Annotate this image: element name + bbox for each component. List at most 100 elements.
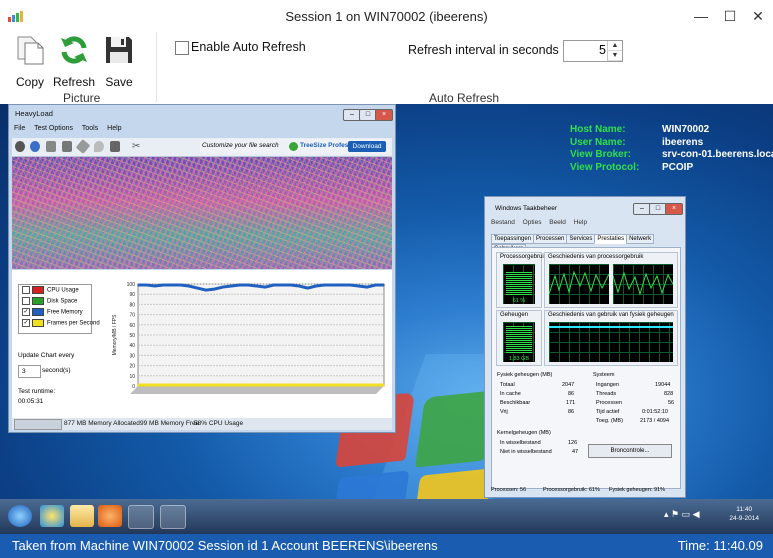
update-interval-spinner: 3 [18, 365, 41, 378]
picture-group-label: Picture [63, 91, 101, 105]
chart-point [171, 284, 173, 286]
copy-button[interactable]: Copy [8, 34, 52, 89]
heavyload-window: HeavyLoad – □ × File Test Options Tools … [8, 104, 396, 433]
remote-desktop-view: Host Name: WIN70002 User Name: ibeerens … [0, 104, 773, 534]
clock-time: 11:40 [736, 506, 753, 513]
auto-refresh-checkbox[interactable] [175, 41, 189, 55]
refresh-interval-value[interactable]: 5 [599, 43, 606, 57]
status-progress-bar [14, 419, 62, 430]
chart-ytick-label: 30 [129, 353, 135, 359]
drop-icon [94, 141, 104, 152]
chart-point [349, 384, 351, 386]
tm-tab: Toepassingen [491, 234, 535, 244]
save-icon [106, 37, 132, 63]
chart-point [213, 384, 216, 386]
system-row-value: 828 [664, 391, 674, 397]
chart-point [162, 284, 165, 286]
tm-menu-item: Bestand [491, 219, 515, 226]
task-manager-window: Windows Taakbeheer – □ × Bestand Opties … [484, 196, 686, 498]
chart-point [349, 284, 351, 286]
title-bar: Session 1 on WIN70002 (ibeerens) — ☐ ✕ [0, 0, 773, 32]
heavyload-menu-item: Test Options [34, 125, 74, 132]
task-manager-tabs: Toepassingen Processen Services Prestaties N… [491, 234, 681, 254]
chart-point [213, 288, 216, 290]
chart-point [196, 287, 199, 289]
heavyload-status-bar: 877 MB Memory Allocated 99 MB Memory Fre… [12, 418, 392, 430]
task-manager-title: Windows Taakbeheer [495, 205, 558, 212]
group-separator [156, 32, 157, 102]
auto-refresh-checkbox-label[interactable]: Enable Auto Refresh [191, 40, 306, 54]
chart-point [383, 284, 385, 286]
user-name-value: ibeerens [662, 136, 704, 148]
chart-svg: 0 10 20 30 40 50 60 70 80 90 100 Memory/MB / FPS [112, 282, 385, 394]
physical-row-value: 2047 [562, 382, 575, 388]
spinner-buttons[interactable]: ▲ ▼ [607, 41, 622, 61]
chart-point [179, 284, 182, 286]
spin-up-icon[interactable]: ▲ [608, 41, 622, 51]
tray-icons: ▴ ⚑ ▭ ◀ [664, 509, 700, 519]
minimize-button[interactable]: — [691, 6, 711, 26]
media-player-icon [98, 505, 122, 527]
tools-icon: ✂ [132, 141, 141, 152]
refresh-interval-spinner[interactable]: 5 ▲ ▼ [563, 40, 623, 62]
status-cpu: 58% CPU Usage [194, 420, 244, 427]
tm-tab: Processen [533, 234, 568, 244]
update-chart-label: Update Chart every [18, 352, 75, 359]
cpu-history-graph-2 [613, 264, 673, 304]
grid-icon [110, 141, 120, 152]
copy-label: Copy [15, 75, 44, 89]
tm-menu-item: Opties [522, 219, 542, 226]
host-name-value: WIN70002 [662, 124, 710, 135]
chart-point [205, 384, 207, 386]
tm-status-memory: Fysiek geheugen: 91% [609, 487, 665, 493]
system-title: Systeem [593, 372, 615, 378]
chart-point [298, 384, 300, 386]
memory-box: Geheugen 1,83 GB [496, 310, 542, 366]
chart-point [222, 384, 224, 386]
chart-point [162, 384, 165, 386]
chart-point [281, 384, 284, 386]
kernel-row-key: In wisselbestand [500, 440, 541, 446]
kernel-row-value: 126 [568, 440, 578, 446]
chart-point [255, 384, 258, 386]
heavyload-taskbar-icon [160, 505, 186, 529]
chart-point [255, 285, 258, 287]
system-row-key: Tijd actief [596, 409, 620, 415]
kernel-row-value: 47 [572, 449, 579, 455]
maximize-button[interactable]: ☐ [720, 6, 740, 26]
legend-item: CPU Usage [22, 286, 79, 295]
resource-monitor-button: Broncontrole... [588, 444, 672, 458]
chart-point [340, 384, 343, 386]
tm-tab: Services [566, 234, 596, 244]
system-row-value: 56 [668, 400, 675, 406]
cpu-usage-value: 61 % [512, 298, 526, 304]
chart-ytick-label: 60 [129, 323, 135, 329]
chart-point [323, 384, 326, 386]
chart-point [154, 384, 156, 386]
chart-point [357, 384, 360, 386]
chart-point [298, 285, 300, 287]
chart-point [315, 285, 317, 287]
cpu-icon [15, 141, 25, 152]
heavyload-menu-item: File [14, 125, 26, 132]
spin-down-icon[interactable]: ▼ [608, 51, 622, 61]
chart-ylabel: Memory/MB / FPS [112, 314, 118, 356]
tm-menu-item: Beeld [549, 219, 566, 226]
cpu-history-box: Geschiedenis van processorgebruik [544, 252, 678, 308]
chart-point [230, 285, 233, 287]
save-label: Save [105, 75, 133, 89]
save-button[interactable]: Save [97, 34, 141, 89]
status-memory-allocated: 877 MB Memory Allocated [64, 420, 140, 427]
chart-point [289, 284, 292, 286]
chart-point [383, 384, 385, 386]
runtime-label: Test runtime: [18, 388, 56, 395]
close-button[interactable]: ✕ [748, 6, 768, 26]
treesize-icon [289, 142, 298, 151]
runtime-value: 00:05:31 [18, 398, 44, 405]
internet-explorer-icon [40, 505, 64, 527]
heavyload-title: HeavyLoad [15, 109, 53, 118]
status-session-info: Taken from Machine WIN70002 Session id 1… [12, 538, 438, 553]
ribbon: Copy Refresh Save Picture Enable Auto Re… [0, 32, 773, 105]
auto-refresh-group-label: Auto Refresh [429, 91, 500, 105]
refresh-button[interactable]: Refresh [52, 34, 96, 89]
